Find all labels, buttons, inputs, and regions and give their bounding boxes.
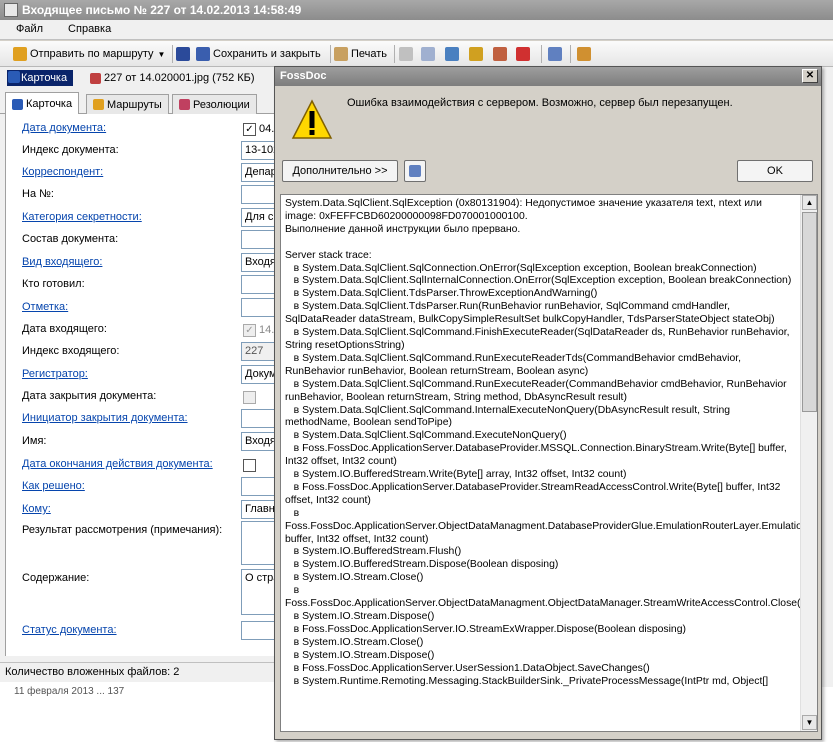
image-file-icon (90, 72, 101, 84)
save-icon-button[interactable] (176, 45, 193, 63)
card-icon (8, 71, 20, 83)
scroll-thumb[interactable] (802, 212, 817, 412)
field-label: Индекс входящего: (22, 345, 120, 357)
field-label: Дата входящего: (22, 323, 107, 335)
dialog-title: FossDoc (275, 67, 821, 86)
route-icon (13, 47, 27, 61)
save-close-icon (196, 47, 210, 61)
field-label: Имя: (22, 435, 47, 447)
field-label: Кто готовил: (22, 278, 85, 290)
pdf-icon (516, 47, 530, 61)
save-close-button[interactable]: Сохранить и закрыть (196, 45, 321, 63)
field-label[interactable]: Дата документа: (22, 122, 106, 134)
field-label: Результат рассмотрения (примечания): (22, 524, 223, 536)
field-checkbox[interactable]: ✓ (243, 324, 256, 337)
card-form: Дата документа: ✓ 04. Индекс документа: 13-1… (5, 114, 281, 656)
routes-tab-icon (93, 99, 104, 110)
field-label[interactable]: Дата окончания действия документа: (22, 458, 213, 470)
field-label[interactable]: Категория секретности: (22, 211, 142, 223)
attachment-file[interactable]: 227 от 14.020001.jpg (752 КБ) (90, 72, 255, 84)
sign-tool-button[interactable] (469, 45, 486, 63)
field-checkbox[interactable]: ✓ (243, 123, 256, 136)
details-button[interactable]: Дополнительно >> (282, 160, 398, 182)
dropdown-arrow-icon: ▼ (157, 49, 166, 59)
settings-icon (577, 47, 591, 61)
window-title: Входящее письмо № 227 от 14.02.2013 14:5… (22, 3, 302, 17)
tab-resolutions[interactable]: Резолюции (172, 94, 257, 114)
dialog-close-button[interactable]: ✕ (802, 69, 818, 83)
tab-card[interactable]: Карточка (5, 92, 80, 115)
scroll-up-icon[interactable]: ▲ (802, 195, 817, 210)
menu-help[interactable]: Справка (59, 20, 120, 38)
scroll-down-icon[interactable]: ▼ (802, 715, 817, 730)
print-icon (334, 47, 348, 61)
field-label[interactable]: Корреспондент: (22, 166, 103, 178)
field-checkbox[interactable] (243, 459, 256, 472)
details-scrollbar[interactable]: ▲ ▼ (800, 195, 817, 731)
copy-icon (548, 47, 562, 61)
list-row[interactable]: 11 февраля 2013 ... 137 (14, 686, 124, 697)
field-checkbox[interactable] (243, 391, 256, 404)
toolbar: Отправить по маршруту ▼ Сохранить и закр… (0, 41, 833, 67)
card-tab-icon (12, 98, 23, 110)
error-message: Ошибка взаимодействия с сервером. Возмож… (347, 97, 733, 109)
route-button[interactable]: Отправить по маршруту ▼ (13, 45, 165, 63)
field-label[interactable]: Инициатор закрытия документа: (22, 412, 188, 424)
field-label[interactable]: Кому: (22, 503, 51, 515)
field-label[interactable]: Статус документа: (22, 624, 117, 636)
copy-icon (409, 165, 421, 177)
app-icon (4, 3, 18, 17)
field-label[interactable]: Регистратор: (22, 368, 88, 380)
note-icon (421, 47, 435, 61)
field-value: 14. (259, 324, 275, 336)
attached-count-status: Количество вложенных файлов: 2 (0, 662, 278, 682)
tab-routes[interactable]: Маршруты (86, 94, 169, 114)
menu-bar: Файл Справка (0, 20, 833, 40)
copy-details-button[interactable] (404, 160, 426, 182)
window-title-bar: Входящее письмо № 227 от 14.02.2013 14:5… (0, 0, 833, 20)
resolutions-tab-icon (179, 99, 190, 110)
copy-tool-button[interactable] (548, 45, 565, 63)
save-icon (176, 47, 190, 61)
error-dialog: FossDoc ✕ Ошибка взаимодействия с сервер… (274, 66, 822, 740)
menu-file[interactable]: Файл (7, 20, 52, 38)
field-label: На №: (22, 188, 54, 200)
field-label[interactable]: Вид входящего: (22, 256, 102, 268)
window-tool-button[interactable] (445, 45, 462, 63)
doc-icon (493, 47, 507, 61)
field-value: 04. (259, 123, 275, 135)
field-label: Индекс документа: (22, 144, 119, 156)
note-tool-button[interactable] (421, 45, 438, 63)
field-label: Дата закрытия документа: (22, 390, 157, 402)
ok-button[interactable]: OK (737, 160, 813, 182)
edit-tool-button[interactable] (399, 45, 416, 63)
settings-tool-button[interactable] (577, 45, 594, 63)
attachment-bar: Карточка 227 от 14.020001.jpg (752 КБ) (0, 68, 278, 88)
window-icon (445, 47, 459, 61)
pdf-tool-button[interactable] (516, 45, 533, 63)
sign-icon (469, 47, 483, 61)
print-button[interactable]: Печать (334, 45, 387, 63)
warning-icon (291, 99, 333, 139)
field-label: Состав документа: (22, 233, 119, 245)
tab-strip: Карточка Маршруты Резолюции (0, 92, 278, 115)
error-details-text: System.Data.SqlClient.SqlException (0x80… (285, 198, 818, 687)
attachment-tab-card[interactable]: Карточка (7, 70, 73, 86)
doc-tool-button[interactable] (493, 45, 510, 63)
edit-icon (399, 47, 413, 61)
error-details-box[interactable]: System.Data.SqlClient.SqlException (0x80… (280, 194, 818, 732)
field-label[interactable]: Отметка: (22, 301, 68, 313)
field-label[interactable]: Как решено: (22, 480, 85, 492)
field-label: Содержание: (22, 572, 90, 584)
